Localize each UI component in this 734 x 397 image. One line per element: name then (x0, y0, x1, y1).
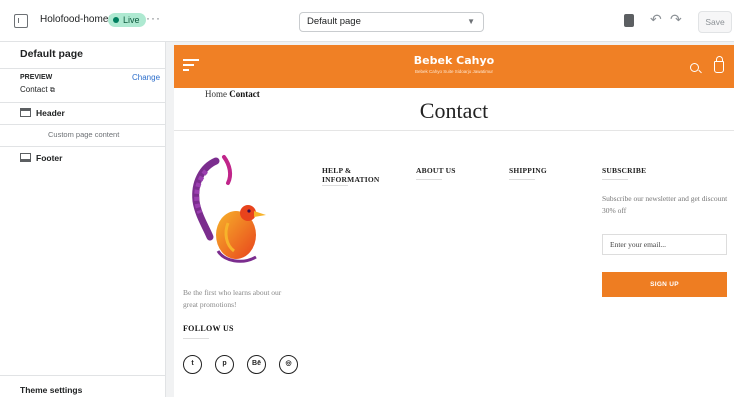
desktop-preview-icon[interactable] (624, 14, 634, 27)
divider (0, 124, 165, 125)
phoenix-logo (192, 155, 266, 263)
footer-blurb: Be the first who learns about our great … (183, 288, 282, 309)
change-preview-button[interactable]: Change (132, 73, 160, 82)
undo-icon[interactable]: ↶ (650, 11, 662, 28)
theme-settings-button[interactable]: Theme settings (20, 385, 82, 395)
store-logo-text[interactable]: Bebek Cahyo (174, 54, 734, 67)
external-link-icon: ⧉ (49, 87, 55, 94)
heading-underline (416, 179, 442, 180)
sidebar-item-header[interactable]: Header (36, 108, 65, 118)
divider (0, 375, 165, 376)
divider (0, 68, 165, 69)
save-button[interactable]: Save (698, 11, 732, 33)
pinterest-icon[interactable]: p (215, 355, 234, 374)
preview-label: PREVIEW (20, 74, 53, 81)
page-select[interactable]: Default page ▼ (299, 12, 484, 32)
sidebar-item-custom-content[interactable]: Custom page content (48, 130, 119, 139)
sign-up-button[interactable]: SIGN UP (602, 272, 727, 297)
heading-underline (602, 179, 628, 180)
page-select-value: Default page (307, 16, 361, 27)
footer-column-about: ABOUT US (416, 166, 456, 175)
follow-us-heading: FOLLOW US (183, 324, 234, 333)
redo-icon[interactable]: ↷ (670, 11, 682, 28)
twitter-icon[interactable]: t (183, 355, 202, 374)
preview-page-name: Contact (20, 85, 48, 94)
email-field[interactable]: Enter your email... (602, 234, 727, 255)
store-preview: Bebek Cahyo Bebek Cahyo Suite Sidoarjo J… (174, 45, 734, 397)
more-actions-button[interactable]: ··· (146, 11, 161, 25)
heading-underline (322, 185, 348, 186)
divider (0, 146, 165, 147)
exit-icon[interactable] (14, 14, 28, 28)
preview-page-link[interactable]: Contact ⧉ (20, 85, 55, 95)
footer-column-help: HELP & INFORMATION (322, 166, 380, 184)
chevron-down-icon: ▼ (467, 17, 475, 26)
cart-icon[interactable] (714, 56, 724, 73)
page-title: Contact (419, 98, 489, 123)
heading-underline (183, 338, 209, 339)
live-status-badge: Live (108, 13, 146, 27)
dribbble-icon[interactable]: ◎ (279, 355, 298, 374)
behance-icon[interactable]: Bē (247, 355, 266, 374)
footer-column-shipping: SHIPPING (509, 166, 547, 175)
header-section-icon (20, 108, 31, 117)
divider (0, 102, 165, 103)
subscribe-text: Subscribe our newsletter and get discoun… (602, 194, 728, 215)
sidebar-title: Default page (20, 48, 84, 60)
sections-sidebar: Default page PREVIEW Contact ⧉ Change He… (0, 42, 166, 397)
store-header: Bebek Cahyo Bebek Cahyo Suite Sidoarjo J… (174, 45, 734, 88)
divider (174, 130, 734, 131)
search-icon[interactable] (690, 63, 699, 72)
theme-name: Holofood-home2 (40, 14, 114, 25)
sidebar-item-footer[interactable]: Footer (36, 153, 62, 163)
editor-topbar: Holofood-home2 Live ··· Default page ▼ ↶… (0, 0, 734, 42)
footer-section-icon (20, 153, 31, 162)
footer-column-subscribe: SUBSCRIBE (602, 166, 647, 175)
heading-underline (509, 179, 535, 180)
store-tagline: Bebek Cahyo Suite Sidoarjo Jawatimur (414, 69, 494, 74)
